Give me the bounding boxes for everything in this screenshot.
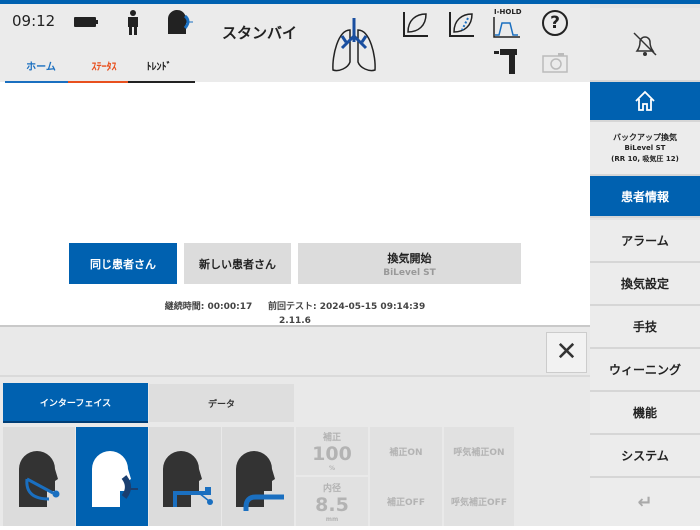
alarm-silence-icon xyxy=(633,32,657,56)
i-hold-label: I-HOLD xyxy=(494,8,522,16)
sidebar-item-system[interactable]: システム xyxy=(590,435,700,478)
sidebar: バックアップ換気 BiLevel ST (RR 10, 吸気圧 12) 患者情報 ア… xyxy=(590,4,700,526)
mask-icon xyxy=(167,9,193,34)
tube-diameter-value[interactable]: 内径 8.5 mm xyxy=(296,477,368,526)
i-hold-icon[interactable] xyxy=(492,17,520,39)
tab-interface[interactable]: インターフェイス xyxy=(3,383,148,423)
sidebar-item-alarm[interactable]: アラーム xyxy=(590,220,700,263)
endotracheal-tube-icon xyxy=(236,451,284,511)
same-patient-button[interactable]: 同じ患者さん xyxy=(69,243,177,284)
compensation-value[interactable]: 補正 100% xyxy=(296,427,368,475)
sidebar-item-functions[interactable]: 機能 xyxy=(590,392,700,435)
interface-endotracheal-tube[interactable] xyxy=(222,427,294,526)
tracheostomy-icon xyxy=(163,451,213,507)
start-ventilation-button[interactable]: 換気開始 BiLevel ST xyxy=(298,243,521,284)
new-patient-button[interactable]: 新しい患者さん xyxy=(184,243,291,284)
enter-icon[interactable]: ↵ xyxy=(590,478,700,526)
nasal-mask-icon xyxy=(92,451,138,507)
sidebar-item-vent-settings[interactable]: 換気設定 xyxy=(590,263,700,306)
tube-icon[interactable] xyxy=(494,48,520,76)
backup-ventilation-info: バックアップ換気 BiLevel ST (RR 10, 吸気圧 12) xyxy=(590,122,700,176)
session-info: 継続時間: 00:00:17 前回テスト: 2024-05-15 09:14:3… xyxy=(164,302,426,312)
interface-tracheostomy[interactable] xyxy=(149,427,221,526)
oronasal-mask-icon xyxy=(19,451,60,507)
interface-oronasal-mask[interactable] xyxy=(3,427,75,526)
sidebar-item-procedures[interactable]: 手技 xyxy=(590,306,700,349)
exp-compensation-toggle[interactable]: 呼気補正ON 呼気補正OFF xyxy=(444,427,514,526)
battery-icon xyxy=(74,17,96,27)
tab-data[interactable]: データ xyxy=(149,384,294,422)
tab-trend[interactable]: ﾄﾚﾝﾄﾞ xyxy=(123,58,195,83)
status-text: スタンバイ xyxy=(222,24,298,42)
help-icon[interactable]: ? xyxy=(542,10,568,36)
header: 09:12 スタンバイ I-HOLD ? ホーム ｽﾃｰﾀｽ ﾄﾚﾝﾄﾞ xyxy=(0,4,590,83)
interface-nasal-mask[interactable] xyxy=(76,427,148,526)
clock: 09:12 xyxy=(12,12,56,30)
compensation-toggle[interactable]: 補正ON 補正OFF xyxy=(370,427,442,526)
close-icon[interactable]: ✕ xyxy=(546,332,587,373)
sidebar-item-patient-info[interactable]: 患者情報 xyxy=(590,176,700,218)
patient-adult-icon xyxy=(128,10,138,35)
tab-home[interactable]: ホーム xyxy=(5,58,77,83)
loop-dynamic-icon[interactable] xyxy=(448,10,476,38)
camera-icon[interactable] xyxy=(542,52,568,74)
lungs-icon xyxy=(332,18,376,72)
home-button[interactable] xyxy=(590,82,700,122)
home-icon xyxy=(635,90,655,111)
sidebar-item-weaning[interactable]: ウィーニング xyxy=(590,349,700,392)
loop-icon[interactable] xyxy=(402,10,430,38)
alarm-silence-button[interactable] xyxy=(590,8,700,82)
